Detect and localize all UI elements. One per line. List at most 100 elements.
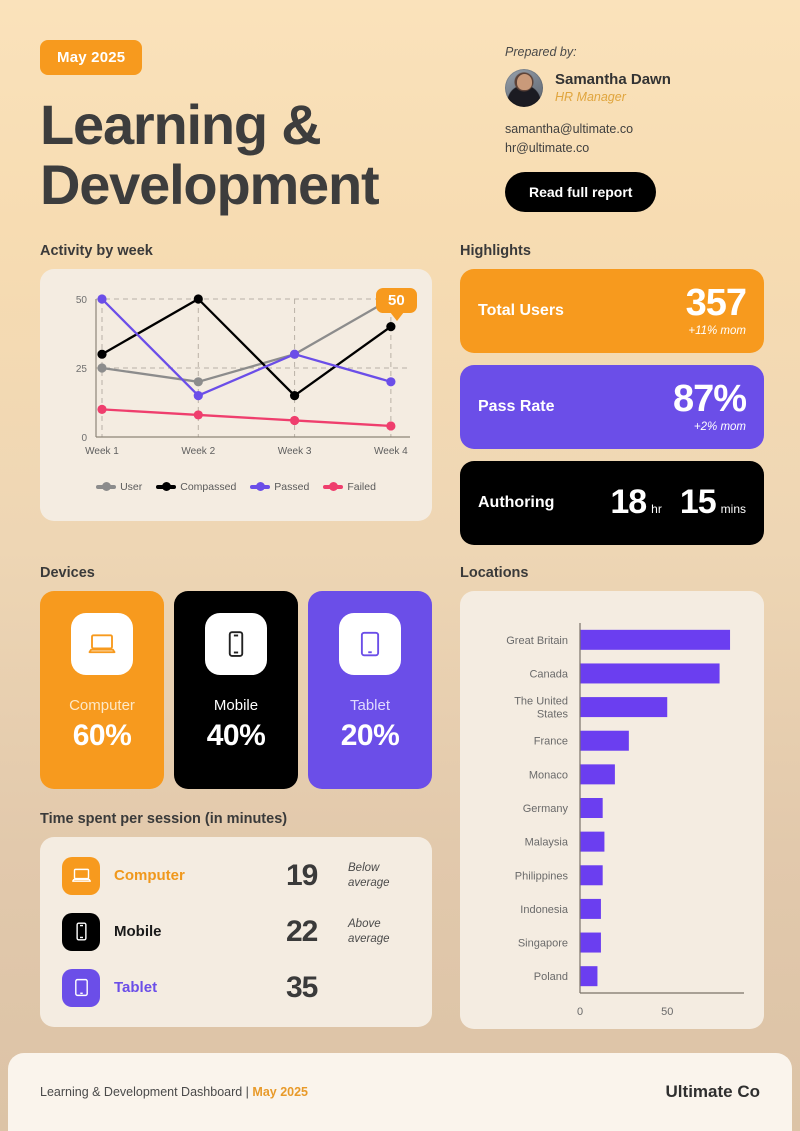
svg-text:Monaco: Monaco [529, 769, 568, 781]
time-value: 22 [286, 914, 318, 948]
activity-section-title: Activity by week [40, 242, 153, 259]
time-device-name: Tablet [114, 979, 158, 997]
legend-item[interactable]: Compassed [156, 481, 236, 493]
dashboard-grid-row-2: Devices Computer 60% Mobile 40% Tablet 2… [0, 565, 800, 1029]
time-row-tablet: Tablet 35 [62, 968, 410, 1007]
svg-text:Week 1: Week 1 [85, 446, 119, 457]
device-name: Computer [69, 696, 135, 714]
author-name: Samantha Dawn [555, 70, 671, 88]
activity-chart-panel: 50 0 25 50 Week 1 Week 2 Week 3 Week 4 User Co… [40, 268, 432, 521]
device-card-computer[interactable]: Computer 60% [40, 590, 164, 789]
chart-tooltip: 50 [376, 287, 417, 321]
svg-text:Germany: Germany [523, 803, 569, 815]
highlight-card-total-users[interactable]: Total Users 357 +11% mom [460, 268, 764, 353]
authoring-hours-value: 18 [610, 483, 647, 522]
highlight-delta: +2% mom [693, 420, 746, 433]
highlights-section: Highlights Total Users 357 +11% mom Pass… [460, 243, 764, 545]
read-full-report-button[interactable]: Read full report [505, 171, 657, 212]
page-title-line2: Development [40, 152, 380, 216]
email-secondary[interactable]: hr@ultimate.co [505, 139, 760, 158]
legend-swatch [250, 482, 271, 492]
legend-label: User [120, 480, 143, 493]
locations-section: Locations Great Britain Canada The United S… [460, 565, 764, 1029]
dashboard-grid-row-1: Activity by week 50 0 25 50 Week 1 Week 2 We… [0, 243, 800, 545]
laptop-icon [62, 856, 100, 895]
footer-month: May 2025 [252, 1085, 309, 1099]
legend-swatch [156, 482, 177, 492]
authoring-minutes-unit: mins [720, 502, 746, 517]
svg-text:50: 50 [76, 295, 88, 306]
devices-and-time-column: Devices Computer 60% Mobile 40% Tablet 2… [40, 565, 432, 1029]
month-badge: May 2025 [40, 40, 143, 75]
authoring-duration: 18 hr 15 mins [610, 483, 746, 522]
device-name: Mobile [213, 696, 259, 714]
email-primary[interactable]: samantha@ultimate.co [505, 120, 760, 139]
time-device-name: Computer [114, 867, 185, 885]
svg-text:0: 0 [81, 433, 87, 444]
locations-chart-panel: Great Britain Canada The United States Franc… [460, 590, 764, 1029]
page-footer: Learning & Development Dashboard | May 2… [8, 1053, 792, 1131]
activity-section: Activity by week 50 0 25 50 Week 1 Week 2 We… [40, 243, 432, 545]
footer-label: Learning & Development Dashboard | [40, 1085, 253, 1099]
highlight-value: 357 [685, 281, 747, 324]
time-row-computer: Computer 19 Below average [62, 856, 410, 895]
authoring-hours: 18 hr [610, 483, 662, 522]
svg-text:The United: The United [514, 695, 568, 707]
highlight-card-pass-rate[interactable]: Pass Rate 87% +2% mom [460, 364, 764, 449]
svg-text:France: France [534, 736, 568, 748]
prepared-by-block: Prepared by: Samantha Dawn HR Manager sa… [505, 40, 760, 215]
author-role: HR Manager [555, 90, 626, 105]
device-card-tablet[interactable]: Tablet 20% [308, 590, 432, 789]
time-spent-panel: Computer 19 Below average Mobile 22 Abov… [40, 836, 432, 1027]
svg-text:Canada: Canada [529, 668, 568, 680]
svg-text:Malaysia: Malaysia [525, 836, 569, 848]
time-value: 19 [286, 858, 318, 892]
legend-item[interactable]: User [96, 481, 142, 493]
svg-text:Poland: Poland [534, 971, 568, 983]
highlight-delta: +11% mom [688, 324, 746, 337]
authoring-hours-unit: hr [651, 502, 662, 517]
device-percent: 40% [206, 718, 266, 752]
svg-text:Singapore: Singapore [518, 937, 568, 949]
legend-swatch [323, 482, 344, 492]
header-left: May 2025 Learning & Development [40, 40, 380, 216]
laptop-icon [71, 612, 133, 675]
legend-swatch [96, 482, 117, 492]
devices-cards: Computer 60% Mobile 40% Tablet 20% [40, 590, 432, 789]
legend-item[interactable]: Passed [250, 481, 309, 493]
device-card-mobile[interactable]: Mobile 40% [174, 590, 298, 789]
svg-text:Philippines: Philippines [515, 870, 569, 882]
svg-text:Week 4: Week 4 [374, 446, 408, 457]
activity-chart-legend: User Compassed Passed Failed [54, 481, 418, 493]
avatar [505, 69, 543, 107]
author-text: Samantha Dawn HR Manager [555, 71, 671, 106]
legend-item[interactable]: Failed [323, 481, 376, 493]
svg-text:0: 0 [577, 1006, 583, 1018]
legend-label: Failed [347, 480, 376, 493]
page-header: May 2025 Learning & Development Prepared… [0, 0, 800, 215]
svg-text:Great Britain: Great Britain [506, 635, 568, 647]
page-title: Learning & Development [40, 93, 380, 216]
highlights-section-title: Highlights [460, 242, 531, 259]
page-title-line1: Learning & [40, 93, 322, 156]
tablet-icon [339, 612, 401, 675]
highlight-value: 87% [672, 377, 747, 420]
tablet-icon [62, 968, 100, 1007]
svg-text:25: 25 [76, 364, 88, 375]
footer-brand: Ultimate Co [665, 1082, 760, 1101]
svg-text:50: 50 [661, 1006, 673, 1018]
prepared-by-label: Prepared by: [505, 45, 577, 59]
svg-text:Week 2: Week 2 [181, 446, 215, 457]
time-note: Below average [348, 862, 390, 889]
time-value: 35 [286, 970, 318, 1004]
devices-section-title: Devices [40, 564, 95, 581]
footer-text: Learning & Development Dashboard | May 2… [40, 1085, 308, 1099]
locations-bar-chart: Great Britain Canada The UnitedStates Franc… [506, 622, 744, 1018]
phone-icon [205, 612, 267, 675]
legend-label: Compassed [180, 480, 237, 493]
contact-emails: samantha@ultimate.co hr@ultimate.co [505, 120, 760, 158]
highlight-card-authoring[interactable]: Authoring 18 hr 15 mins [460, 460, 764, 545]
svg-text:States: States [537, 708, 569, 720]
highlight-values: 357 +11% mom [685, 281, 747, 337]
time-row-mobile: Mobile 22 Above average [62, 912, 410, 951]
